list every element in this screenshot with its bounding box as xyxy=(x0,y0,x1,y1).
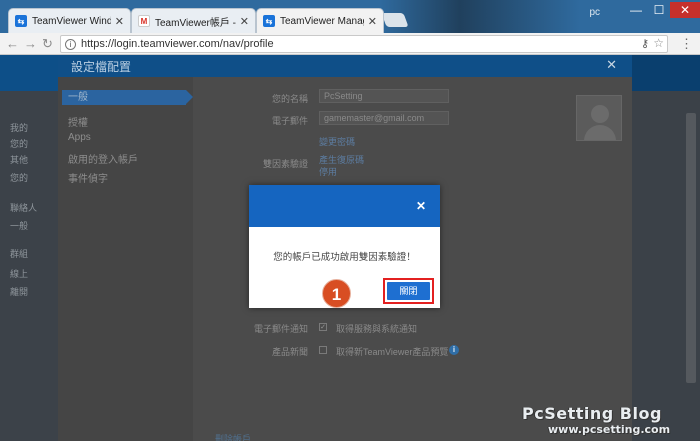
sidebar-text: 我的 xyxy=(10,123,29,133)
sidebar-text: 一般 xyxy=(10,221,29,231)
tab-title: TeamViewer Management... xyxy=(280,15,364,27)
notify-text: 取得服務與系統通知 xyxy=(336,324,418,334)
info-icon[interactable]: i xyxy=(449,345,459,355)
watermark-url: www.pcsetting.com xyxy=(548,423,671,436)
notify-checkbox[interactable]: ✓ xyxy=(319,323,327,331)
avatar[interactable] xyxy=(576,95,622,141)
sidebar-text: 線上 xyxy=(10,269,29,279)
avatar-body xyxy=(584,125,616,140)
teamviewer-icon: ⇆ xyxy=(15,15,27,27)
teamviewer-icon: ⇆ xyxy=(263,15,275,27)
sidebar-text: 您的 xyxy=(10,173,29,183)
product-checkbox[interactable] xyxy=(319,346,327,354)
nav-item-license[interactable]: 授權 xyxy=(68,114,88,129)
reload-icon[interactable]: ↻ xyxy=(42,36,53,52)
sidebar-text: 聯絡人 xyxy=(10,203,38,213)
step-marker: 1 xyxy=(322,279,351,308)
sidebar-text: 其他 xyxy=(10,155,29,165)
right-panel-header xyxy=(632,55,700,91)
tab-title: TeamViewer帳戶 - 電子... xyxy=(155,17,236,29)
disable-twofa-link[interactable]: 停用 xyxy=(319,165,337,178)
watermark-title: PcSetting Blog xyxy=(522,404,662,423)
tab-teamviewer-windows[interactable]: ⇆ TeamViewer Windows... ✕ xyxy=(8,8,131,33)
close-icon[interactable]: ✕ xyxy=(368,15,377,28)
name-field[interactable]: PcSetting xyxy=(319,89,449,103)
forward-icon[interactable]: → xyxy=(24,36,37,52)
twofa-label: 雙因素驗證 xyxy=(262,159,308,169)
close-icon[interactable]: ✕ xyxy=(240,15,249,28)
browser-toolbar: ← → ↻ i https://login.teamviewer.com/nav… xyxy=(0,33,700,55)
tab-teamviewer-management[interactable]: ⇆ TeamViewer Management... ✕ xyxy=(256,8,384,33)
nav-item-logins[interactable]: 啟用的登入帳戶 xyxy=(68,151,138,166)
sidebar-text: 您的 xyxy=(10,139,29,149)
close-icon[interactable]: ✕ xyxy=(115,15,124,28)
info-icon[interactable]: i xyxy=(65,38,76,50)
avatar-head xyxy=(591,105,609,123)
new-tab-button[interactable] xyxy=(381,13,409,27)
dialog-header: ✕ xyxy=(249,185,440,227)
user-label[interactable]: pc xyxy=(589,7,600,18)
highlight-box: 關閉 xyxy=(383,278,434,304)
browser-chrome: ⇆ TeamViewer Windows... ✕ M TeamViewer帳戶… xyxy=(0,0,700,55)
settings-title: 設定檔配置 xyxy=(71,60,132,74)
close-icon[interactable]: ✕ xyxy=(416,199,426,213)
tab-title: TeamViewer Windows... xyxy=(32,15,111,27)
nav-item-apps[interactable]: Apps xyxy=(68,132,91,143)
scrollbar[interactable] xyxy=(686,113,696,383)
window-close-icon[interactable]: ✕ xyxy=(670,2,700,18)
change-password-link[interactable]: 變更密碼 xyxy=(319,135,355,148)
nav-item-general[interactable]: 一般 xyxy=(62,90,193,105)
email-label: 電子郵件 xyxy=(271,116,308,126)
settings-header: 設定檔配置 ✕ xyxy=(58,55,632,77)
dialog-message: 您的帳戶已成功啟用雙因素驗證！ xyxy=(273,252,416,263)
sidebar-text: 群組 xyxy=(10,249,29,259)
app-sidebar: 我的 您的 其他 您的 聯絡人 一般 群組 線上 離開 xyxy=(0,91,58,441)
menu-icon[interactable]: ⋮ xyxy=(680,36,693,52)
address-bar[interactable]: i https://login.teamviewer.com/nav/profi… xyxy=(60,35,668,53)
name-label: 您的名稱 xyxy=(271,94,308,104)
notify-label: 電子郵件通知 xyxy=(253,324,308,334)
watermark: PcSetting Blog www.pcsetting.com xyxy=(522,404,696,437)
tab-gmail[interactable]: M TeamViewer帳戶 - 電子... ✕ xyxy=(131,8,256,33)
close-icon[interactable]: ✕ xyxy=(606,57,617,73)
star-icon[interactable]: ☆ xyxy=(653,36,664,50)
delete-account-link[interactable]: 刪除帳戶 xyxy=(215,432,251,441)
key-icon[interactable]: ⚷ xyxy=(641,37,649,50)
url-text: https://login.teamviewer.com/nav/profile xyxy=(81,38,274,50)
product-label: 產品新聞 xyxy=(271,347,308,357)
settings-nav: 一般 授權 Apps 啟用的登入帳戶 事件偵字 xyxy=(58,77,193,441)
tab-strip: ⇆ TeamViewer Windows... ✕ M TeamViewer帳戶… xyxy=(0,0,700,33)
minimize-icon[interactable]: — xyxy=(625,2,647,18)
nav-item-events[interactable]: 事件偵字 xyxy=(68,170,108,185)
gmail-icon: M xyxy=(138,15,150,27)
maximize-icon[interactable]: ☐ xyxy=(648,2,670,18)
sidebar-text: 離開 xyxy=(10,287,29,297)
back-icon[interactable]: ← xyxy=(6,36,19,52)
close-button[interactable]: 關閉 xyxy=(387,282,430,300)
theme-background xyxy=(380,0,580,33)
email-field[interactable]: gamemaster@gmail.com xyxy=(319,111,449,125)
